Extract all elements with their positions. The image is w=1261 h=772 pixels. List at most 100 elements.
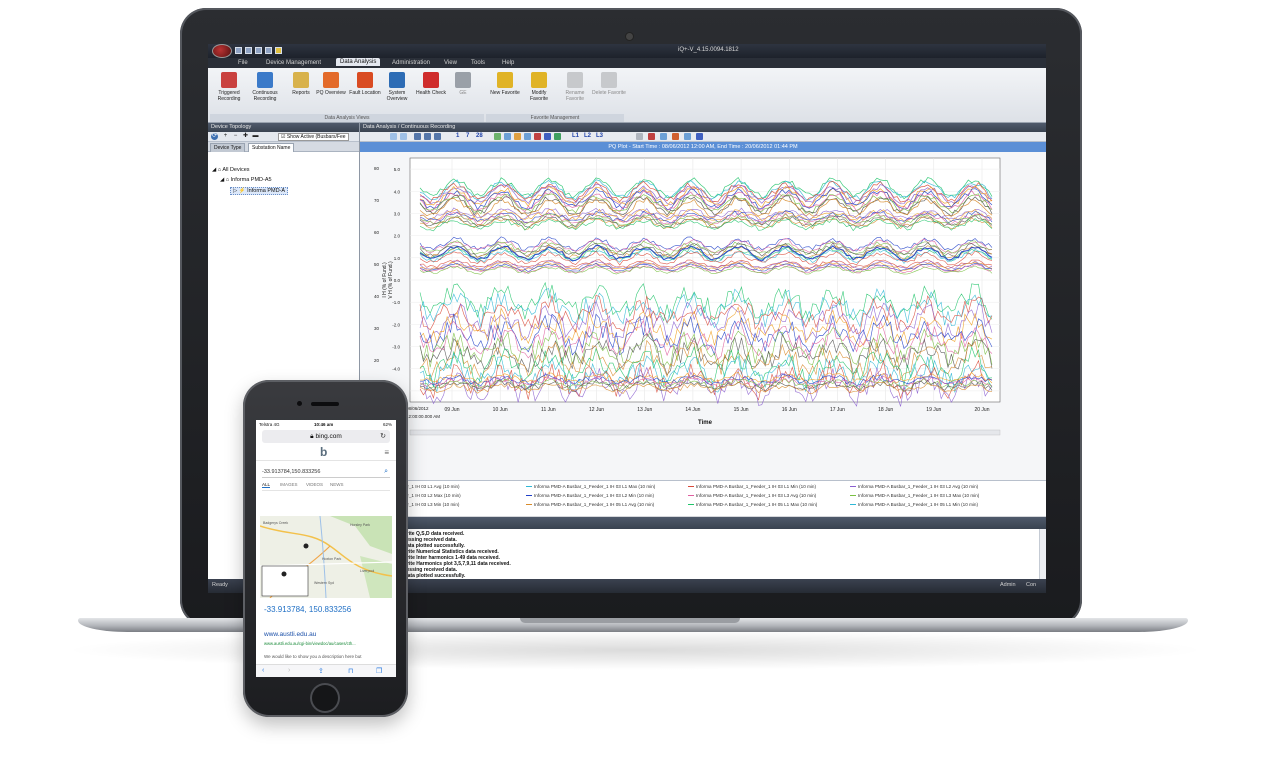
phase-l3-button[interactable]: L3 bbox=[596, 133, 603, 139]
back-icon[interactable]: ‹ bbox=[262, 667, 264, 674]
reports-button[interactable]: Reports bbox=[284, 72, 318, 96]
pq-overview-icon bbox=[323, 72, 339, 88]
continuous-recording-button[interactable]: Continuous Recording bbox=[248, 72, 282, 102]
waveform-icon[interactable] bbox=[534, 133, 541, 140]
print-icon[interactable] bbox=[245, 47, 252, 54]
phasor-icon[interactable] bbox=[554, 133, 561, 140]
expand-icon[interactable]: ✚ bbox=[242, 133, 249, 140]
fault-location-button[interactable]: Fault Location bbox=[348, 72, 382, 96]
result-description: We would like to show you a description … bbox=[264, 654, 362, 659]
grid-icon[interactable] bbox=[636, 133, 643, 140]
triggered-recording-button[interactable]: Triggered Recording bbox=[212, 72, 246, 102]
y-axis-label-right: V H (% of Fund.) bbox=[388, 261, 394, 299]
window-icon[interactable] bbox=[255, 47, 262, 54]
menu-administration[interactable]: Administration bbox=[392, 60, 430, 66]
forward-icon[interactable]: › bbox=[288, 667, 290, 674]
ge-button[interactable]: GE bbox=[446, 72, 480, 96]
system-overview-button[interactable]: System Overview bbox=[380, 72, 414, 102]
left-tick-label: 80 bbox=[374, 166, 380, 171]
hamburger-menu-icon[interactable]: ≡ bbox=[384, 448, 389, 457]
topology-tabs: Device Type Substation Name bbox=[208, 142, 359, 152]
ge-icon bbox=[455, 72, 471, 88]
search-input[interactable]: -33.913784,150.833256 ⌕ bbox=[262, 466, 390, 478]
system-overview-icon bbox=[389, 72, 405, 88]
menu-help[interactable]: Help bbox=[502, 60, 514, 66]
zoom-out-icon[interactable] bbox=[400, 133, 407, 140]
app-logo-icon[interactable] bbox=[212, 44, 232, 58]
show-active-checkbox[interactable]: ☑ Show Active (Busbars/Fee bbox=[278, 133, 349, 141]
save-chart-icon[interactable] bbox=[696, 133, 703, 140]
legend-icon[interactable] bbox=[648, 133, 655, 140]
tab-substation-name[interactable]: Substation Name bbox=[248, 143, 295, 152]
range-1-day[interactable]: 1 bbox=[456, 133, 459, 139]
menu-data-analysis[interactable]: Data Analysis bbox=[336, 58, 381, 66]
bing-logo-icon[interactable]: b bbox=[320, 445, 327, 459]
search-icon[interactable]: ⌕ bbox=[384, 466, 388, 478]
remove-icon[interactable]: − bbox=[232, 133, 239, 140]
collapse-icon[interactable]: ▬ bbox=[252, 133, 259, 140]
pan-icon[interactable] bbox=[424, 133, 431, 140]
tabs-icon[interactable]: ❐ bbox=[376, 667, 382, 675]
camera-icon[interactable] bbox=[684, 133, 691, 140]
map-graphic: Badgerys Creek Horsley Park Liverpool Ho… bbox=[260, 516, 392, 598]
refresh-icon[interactable]: ⟳ bbox=[211, 133, 218, 140]
share-icon[interactable]: ⇪ bbox=[318, 667, 324, 675]
range-7-day[interactable]: 7 bbox=[466, 133, 469, 139]
map-result[interactable]: Badgerys Creek Horsley Park Liverpool Ho… bbox=[260, 516, 392, 598]
tab-videos[interactable]: VIDEOS bbox=[306, 482, 323, 487]
tab-images[interactable]: IMAGES bbox=[280, 482, 298, 487]
pq-plot[interactable]: 09 Jun 10 Jun 11 Jun 12 Jun 13 Jun 14 Jun 15 J… bbox=[360, 152, 1046, 481]
tree-item-pmd-a5[interactable]: ◢ ⌂ Informa PMD-A5 bbox=[220, 177, 272, 183]
add-icon[interactable]: + bbox=[222, 133, 229, 140]
address-bar[interactable]: 🔒︎ bing.com ↻ bbox=[262, 430, 390, 443]
report-icon[interactable] bbox=[672, 133, 679, 140]
favorite-icon[interactable] bbox=[275, 47, 282, 54]
layout-icon[interactable] bbox=[660, 133, 667, 140]
pq-overview-button[interactable]: PQ Overview bbox=[314, 72, 348, 96]
tab-all[interactable]: ALL bbox=[262, 482, 271, 488]
right-tick-label: 5.0 bbox=[394, 167, 401, 172]
phone-home-button[interactable] bbox=[310, 683, 340, 713]
health-check-button[interactable]: Health Check bbox=[414, 72, 448, 96]
rename-favorite-button[interactable]: Rename Favorite bbox=[558, 72, 592, 102]
status-text: Ready bbox=[212, 582, 228, 588]
menu-view[interactable]: View bbox=[444, 60, 457, 66]
measure-icon[interactable] bbox=[434, 133, 441, 140]
phase-l2-button[interactable]: L2 bbox=[584, 133, 591, 139]
result-url[interactable]: www.austli.edu.au/cgi-bin/viewdoc/au/cas… bbox=[264, 641, 356, 646]
chart-type-icon[interactable] bbox=[514, 133, 521, 140]
x-start-time: 12:00:00.000 AM bbox=[406, 414, 440, 419]
save-icon[interactable] bbox=[235, 47, 242, 54]
tree-item-all-devices[interactable]: ◢ ⌂ All Devices bbox=[212, 167, 250, 173]
harmonic-icon[interactable] bbox=[544, 133, 551, 140]
modify-favorite-button[interactable]: Modify Favorite bbox=[522, 72, 556, 102]
result-title-link[interactable]: www.austli.edu.au bbox=[264, 631, 316, 638]
left-tick-label: 60 bbox=[374, 230, 380, 235]
export-icon[interactable] bbox=[494, 133, 501, 140]
output-scrollbar[interactable] bbox=[1039, 529, 1046, 579]
address-text: bing.com bbox=[315, 433, 342, 440]
x-tick-label: 15 Jun bbox=[734, 407, 749, 413]
menu-file[interactable]: File bbox=[238, 60, 248, 66]
x-tick-label: 20 Jun bbox=[974, 407, 989, 413]
delete-favorite-button[interactable]: Delete Favorite bbox=[592, 72, 626, 96]
range-28-day[interactable]: 28 bbox=[476, 133, 483, 139]
settings-icon[interactable] bbox=[265, 47, 272, 54]
tree-label: Informa PMD-A bbox=[247, 188, 286, 194]
tree-item-pmd-a[interactable]: ▷ ⚡ Informa PMD-A bbox=[230, 187, 289, 195]
group-label-data-analysis: Data Analysis Views bbox=[210, 114, 484, 122]
cursor-icon[interactable] bbox=[414, 133, 421, 140]
tab-news[interactable]: NEWS bbox=[330, 482, 344, 487]
bookmarks-icon[interactable]: ⊓ bbox=[348, 667, 353, 675]
table-icon[interactable] bbox=[504, 133, 511, 140]
zoom-in-icon[interactable] bbox=[390, 133, 397, 140]
copy-icon[interactable] bbox=[524, 133, 531, 140]
phase-l1-button[interactable]: L1 bbox=[572, 133, 579, 139]
right-tick-label: -3.0 bbox=[392, 345, 400, 350]
x-tick-label: 13 Jun bbox=[637, 407, 652, 413]
menu-tools[interactable]: Tools bbox=[471, 60, 485, 66]
reload-icon[interactable]: ↻ bbox=[380, 430, 386, 443]
menu-device-management[interactable]: Device Management bbox=[266, 60, 321, 66]
tab-device-type[interactable]: Device Type bbox=[210, 143, 246, 152]
new-favorite-button[interactable]: New Favorite bbox=[488, 72, 522, 96]
